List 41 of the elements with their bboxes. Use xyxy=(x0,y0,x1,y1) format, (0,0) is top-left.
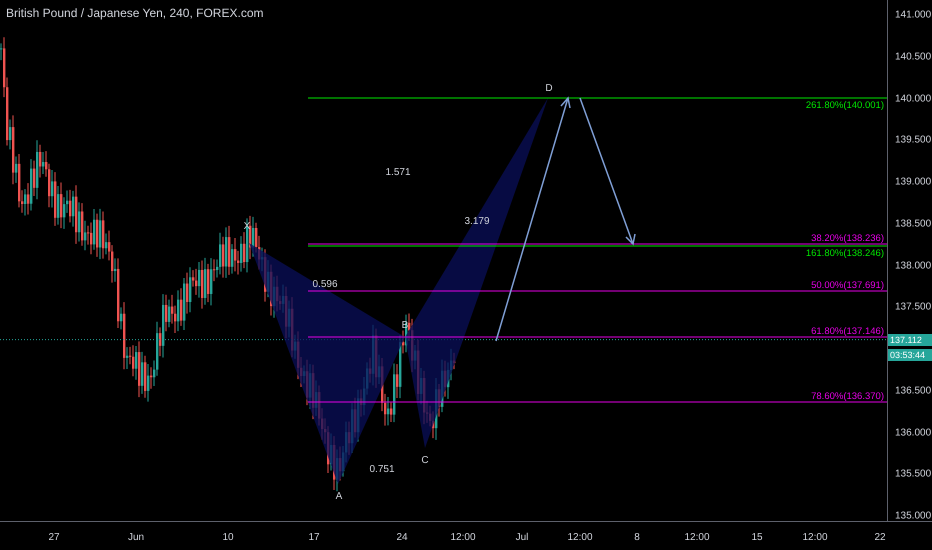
countdown-tag: 03:53:44 xyxy=(888,348,932,361)
pattern-ratio-label: 3.179 xyxy=(464,216,490,227)
pattern-point-label: C xyxy=(421,455,429,466)
fib-level-label: 161.80%(138.246) xyxy=(806,248,884,259)
time-axis-label: Jul xyxy=(516,532,528,543)
time-axis-label: 27 xyxy=(48,532,60,543)
time-axis-label: 15 xyxy=(751,532,763,543)
fib-level-label: 78.60%(136.370) xyxy=(811,391,884,402)
time-axis-label: 12:00 xyxy=(450,532,476,543)
pattern-ratio-label: 0.596 xyxy=(312,279,338,290)
pattern-ratio-label: 1.571 xyxy=(385,167,411,178)
price-axis-label: 137.500 xyxy=(895,302,932,313)
time-axis-label: 24 xyxy=(396,532,408,543)
price-axis-label: 138.500 xyxy=(895,218,932,230)
price-axis-label: 141.000 xyxy=(895,10,932,20)
pattern-point-label: A xyxy=(336,491,342,502)
time-axis-label: 22 xyxy=(874,532,886,543)
price-axis-label: 140.000 xyxy=(895,93,932,104)
last-price-tag: 137.112 xyxy=(888,334,932,346)
price-axis-label: 135.500 xyxy=(895,468,932,480)
time-axis-label: 12:00 xyxy=(567,532,593,543)
chart-title: British Pound / Japanese Yen, 240, FOREX.com xyxy=(6,6,264,20)
time-axis-label: 12:00 xyxy=(802,532,828,543)
price-axis-label: 136.500 xyxy=(895,385,932,396)
time-axis-label: 10 xyxy=(222,532,234,543)
fib-level-label: 61.80%(137.146) xyxy=(811,326,884,337)
fib-level-label: 38.20%(138.236) xyxy=(811,233,884,244)
price-axis-label: 138.000 xyxy=(895,260,932,271)
price-axis-label: 140.500 xyxy=(895,51,932,62)
fib-level-label: 50.00%(137.691) xyxy=(811,280,884,291)
price-axis-label: 139.500 xyxy=(895,134,932,146)
price-axis-label: 135.000 xyxy=(895,510,932,522)
time-axis-label: Jun xyxy=(128,532,144,543)
time-axis-label: 8 xyxy=(634,532,640,543)
time-axis-label: 17 xyxy=(308,532,320,543)
price-axis-label: 139.000 xyxy=(895,176,932,188)
fib-level-label: 261.80%(140.001) xyxy=(806,100,884,111)
pattern-point-label: D xyxy=(545,83,553,94)
time-axis-label: 12:00 xyxy=(684,532,710,543)
pattern-ratio-label: 0.751 xyxy=(369,464,395,475)
price-axis-label: 136.000 xyxy=(895,427,932,438)
